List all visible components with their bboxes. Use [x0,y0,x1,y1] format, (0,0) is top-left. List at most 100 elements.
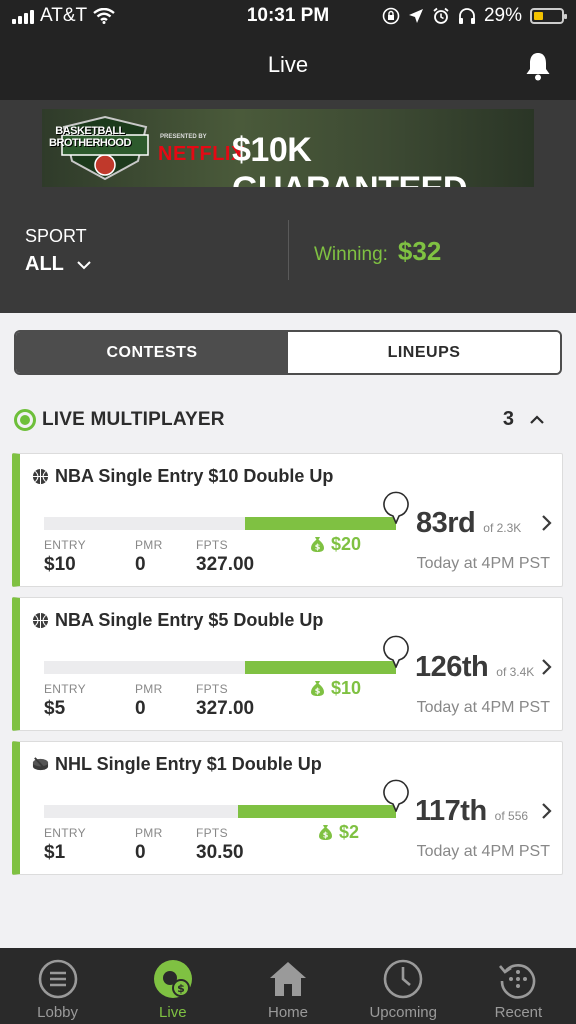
chevron-up-icon[interactable] [528,411,546,429]
tab-label: Live [159,1004,187,1021]
prize-value: $20 [331,534,362,554]
hockey-puck-icon [32,757,49,771]
progress-track [44,661,396,674]
chevron-right-icon[interactable] [540,514,552,532]
money-bag-icon: $ [319,825,332,840]
promo-section: BASKETBALL BROTHERHOOD PRESENTED BY NETF… [0,100,576,313]
recent-icon [499,964,536,999]
chevron-down-icon [77,260,91,269]
tab-lobby[interactable]: Lobby [0,948,115,1024]
svg-text:$: $ [315,543,321,552]
banner-headline: $10K GUARANTEED [232,131,467,187]
contest-title: NHL Single Entry $1 Double Up [55,754,322,774]
fpts-label: FPTS [196,826,228,840]
contest-card[interactable]: NBA Single Entry $10 Double Up 83rd of 2… [12,453,563,587]
start-time: Today at 4PM PST [416,699,550,716]
rank-total: of 3.4K [496,665,535,679]
sport-filter-label: SPORT [25,226,87,246]
tab-upcoming[interactable]: Upcoming [346,948,461,1024]
location-icon [408,9,423,23]
chevron-right-icon[interactable] [540,658,552,676]
money-bag-icon: $ [311,537,324,552]
rank-group: 126th of 3.4K [415,651,534,684]
basketball-icon [32,468,49,485]
pmr-stat: PMR 0 [135,682,163,720]
pmr-label: PMR [135,682,163,696]
sport-filter-dropdown[interactable]: ALL [25,253,92,276]
fpts-stat: FPTS 327.00 [196,682,254,720]
entry-stat: ENTRY $1 [44,826,86,864]
rank-value: 126th [415,651,489,683]
entry-value: $1 [44,842,66,863]
progress-fill [238,805,396,818]
tab-label: Upcoming [369,1004,437,1021]
sport-filter-value: ALL [25,253,64,275]
money-bag-icon: $ [311,681,324,696]
fpts-stat: FPTS 327.00 [196,538,254,576]
pmr-value: 0 [135,698,146,719]
bottom-tab-bar: Lobby $ Live Home Upcoming Recent [0,948,576,1024]
contest-title-row: NBA Single Entry $10 Double Up [32,466,333,487]
section-title: LIVE MULTIPLAYER [42,409,225,430]
tab-label: Recent [494,1004,543,1021]
contest-title: NBA Single Entry $5 Double Up [55,610,324,630]
page-title: Live [267,52,309,77]
bell-icon[interactable] [522,50,554,82]
rank-value: 83rd [416,507,476,539]
headphones-icon [458,8,475,24]
rank-group: 83rd of 2.3K [416,507,521,540]
progress-marker-icon [383,635,409,668]
clock-icon [383,959,423,999]
tab-home[interactable]: Home [230,948,345,1024]
entry-label: ENTRY [44,682,86,696]
fpts-value: 327.00 [196,698,255,719]
rank-total: of 556 [494,809,529,823]
entry-label: ENTRY [44,826,86,840]
prize-value: $10 [331,678,362,698]
entry-stat: ENTRY $5 [44,682,86,720]
pmr-stat: PMR 0 [135,826,163,864]
rank-group: 117th of 556 [415,795,528,828]
tab-lineups[interactable]: LINEUPS [288,332,560,373]
pmr-value: 0 [135,842,146,863]
contest-title-row: NBA Single Entry $5 Double Up [32,610,323,631]
entry-value: $5 [44,698,66,719]
pmr-label: PMR [135,538,163,552]
fpts-label: FPTS [196,538,228,552]
tab-label: Lobby [37,1004,79,1021]
prize-group: $ $2 [318,822,359,843]
basketball-icon [32,612,49,629]
prize-group: $ $10 [310,678,361,699]
lobby-icon [38,959,77,999]
tab-label: Home [268,1004,309,1021]
chevron-right-icon[interactable] [540,802,552,820]
filter-divider [288,220,289,280]
promo-banner[interactable]: BASKETBALL BROTHERHOOD PRESENTED BY NETF… [42,109,534,187]
rank-value: 117th [415,795,487,827]
main-content: CONTESTS LINEUPS LIVE MULTIPLAYER 3 NBA … [0,313,576,948]
pmr-stat: PMR 0 [135,538,163,576]
progress-fill [245,517,396,530]
start-time: Today at 4PM PST [416,555,550,572]
tab-live[interactable]: $ Live [115,948,230,1024]
winning-label: Winning: [314,244,388,265]
tab-recent[interactable]: Recent [461,948,576,1024]
live-indicator-icon [14,409,36,431]
progress-fill [245,661,396,674]
fpts-value: 327.00 [196,554,255,575]
tab-contests[interactable]: CONTESTS [16,332,288,373]
battery-percent: 29% [483,5,522,26]
svg-text:$: $ [315,687,321,696]
fpts-label: FPTS [196,682,228,696]
progress-marker-icon [383,779,409,812]
banner-logo-label: BASKETBALL BROTHERHOOD [49,125,131,149]
contest-card[interactable]: NBA Single Entry $5 Double Up 126th of 3… [12,597,563,731]
section-count: 3 [502,408,514,430]
status-bar: AT&T 10:31 PM 29% [0,0,576,32]
status-right-group: 29% [382,5,567,27]
contest-card[interactable]: NHL Single Entry $1 Double Up 117th of 5… [12,741,563,875]
alarm-icon [433,7,449,24]
live-multiplayer-header[interactable]: LIVE MULTIPLAYER 3 [14,408,562,432]
prize-value: $2 [339,822,360,842]
banner-presented-by: PRESENTED BY [160,134,207,140]
